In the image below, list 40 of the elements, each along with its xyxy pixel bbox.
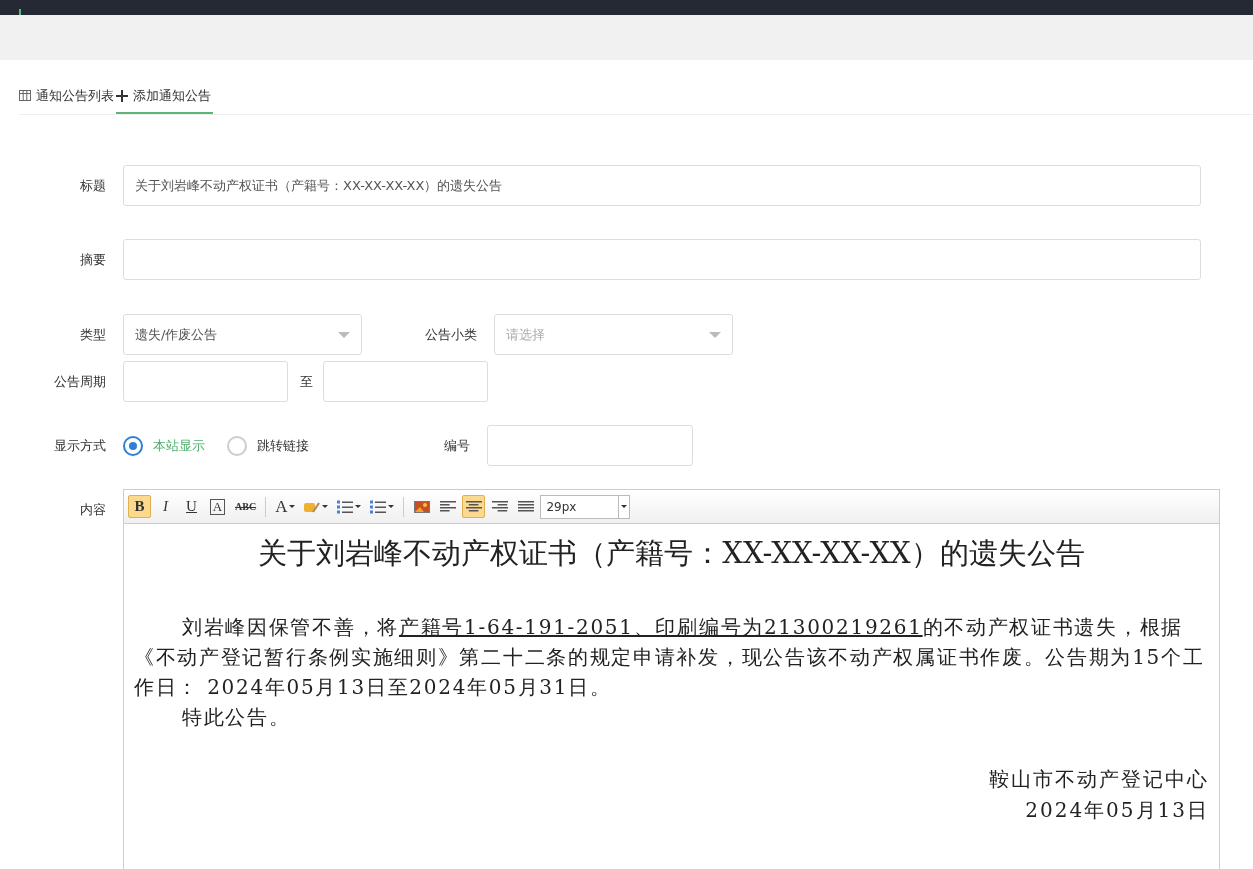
align-right-icon <box>491 500 508 513</box>
bold-button[interactable]: B <box>128 495 151 518</box>
field-label: 编号 <box>443 436 471 455</box>
italic-button[interactable]: I <box>154 495 177 518</box>
image-icon <box>413 500 430 513</box>
field-label: 类型 <box>79 325 107 344</box>
date-text: 2024年05月13日 <box>1024 797 1209 824</box>
number-field[interactable] <box>487 425 693 466</box>
field-label: 摘要 <box>79 250 107 269</box>
signature-text: 鞍山市不动产登记中心 <box>988 766 1209 793</box>
field-label: 内容 <box>79 501 107 519</box>
field-label: 公告小类 <box>424 325 478 344</box>
document-paragraph: 特此公告。 <box>181 704 292 731</box>
align-center-button[interactable] <box>462 495 486 518</box>
underline-button[interactable]: U <box>180 495 203 518</box>
plus-icon <box>116 89 128 102</box>
field-label: 公告周期 <box>53 372 107 391</box>
table-icon <box>19 90 31 101</box>
rich-text-editor[interactable] <box>123 489 1220 869</box>
end-date-field[interactable] <box>323 361 488 402</box>
tab[interactable]: 添加通知公告 <box>116 79 213 114</box>
summary-field[interactable] <box>123 239 1201 280</box>
document-heading: 关于刘岩峰不动产权证书（产籍号：XX-XX-XX-XX）的遗失公告 <box>257 535 1086 572</box>
justify-icon <box>517 500 534 513</box>
align-left-icon <box>439 500 456 513</box>
field-label: 标题 <box>79 176 107 195</box>
type-dropdown[interactable]: 遗失/作废公告 <box>123 314 362 355</box>
font-size-dropdown[interactable]: 29px <box>540 494 631 519</box>
list-icon <box>370 499 387 514</box>
tab[interactable]: 通知公告列表 <box>19 79 116 114</box>
document-paragraph: 刘岩峰因保管不善，将产籍号1-64-191-2051、印刷编号为21300219261 的不动产权证书遗失，根据《不动产登记暂行条例实施细则》第二十二条的规定申请补发，现公告该不动产权属证书作废。公告期为15个工作日： 2024年05月13日至2024年05月31日。 <box>134 614 1206 701</box>
align-center-icon <box>465 500 482 513</box>
title-field[interactable]: 关于刘岩峰不动产权证书（产籍号：XX-XX-XX-XX）的遗失公告 <box>123 165 1201 206</box>
strike-button[interactable]: ABC <box>232 495 260 518</box>
list-icon <box>337 499 354 514</box>
range-separator: 至 <box>300 372 313 391</box>
field-label: 显示方式 <box>53 436 107 455</box>
font-color-button[interactable]: A <box>272 495 299 518</box>
radio-option[interactable]: 跳转链接 <box>227 435 309 456</box>
start-date-field[interactable] <box>123 361 288 402</box>
